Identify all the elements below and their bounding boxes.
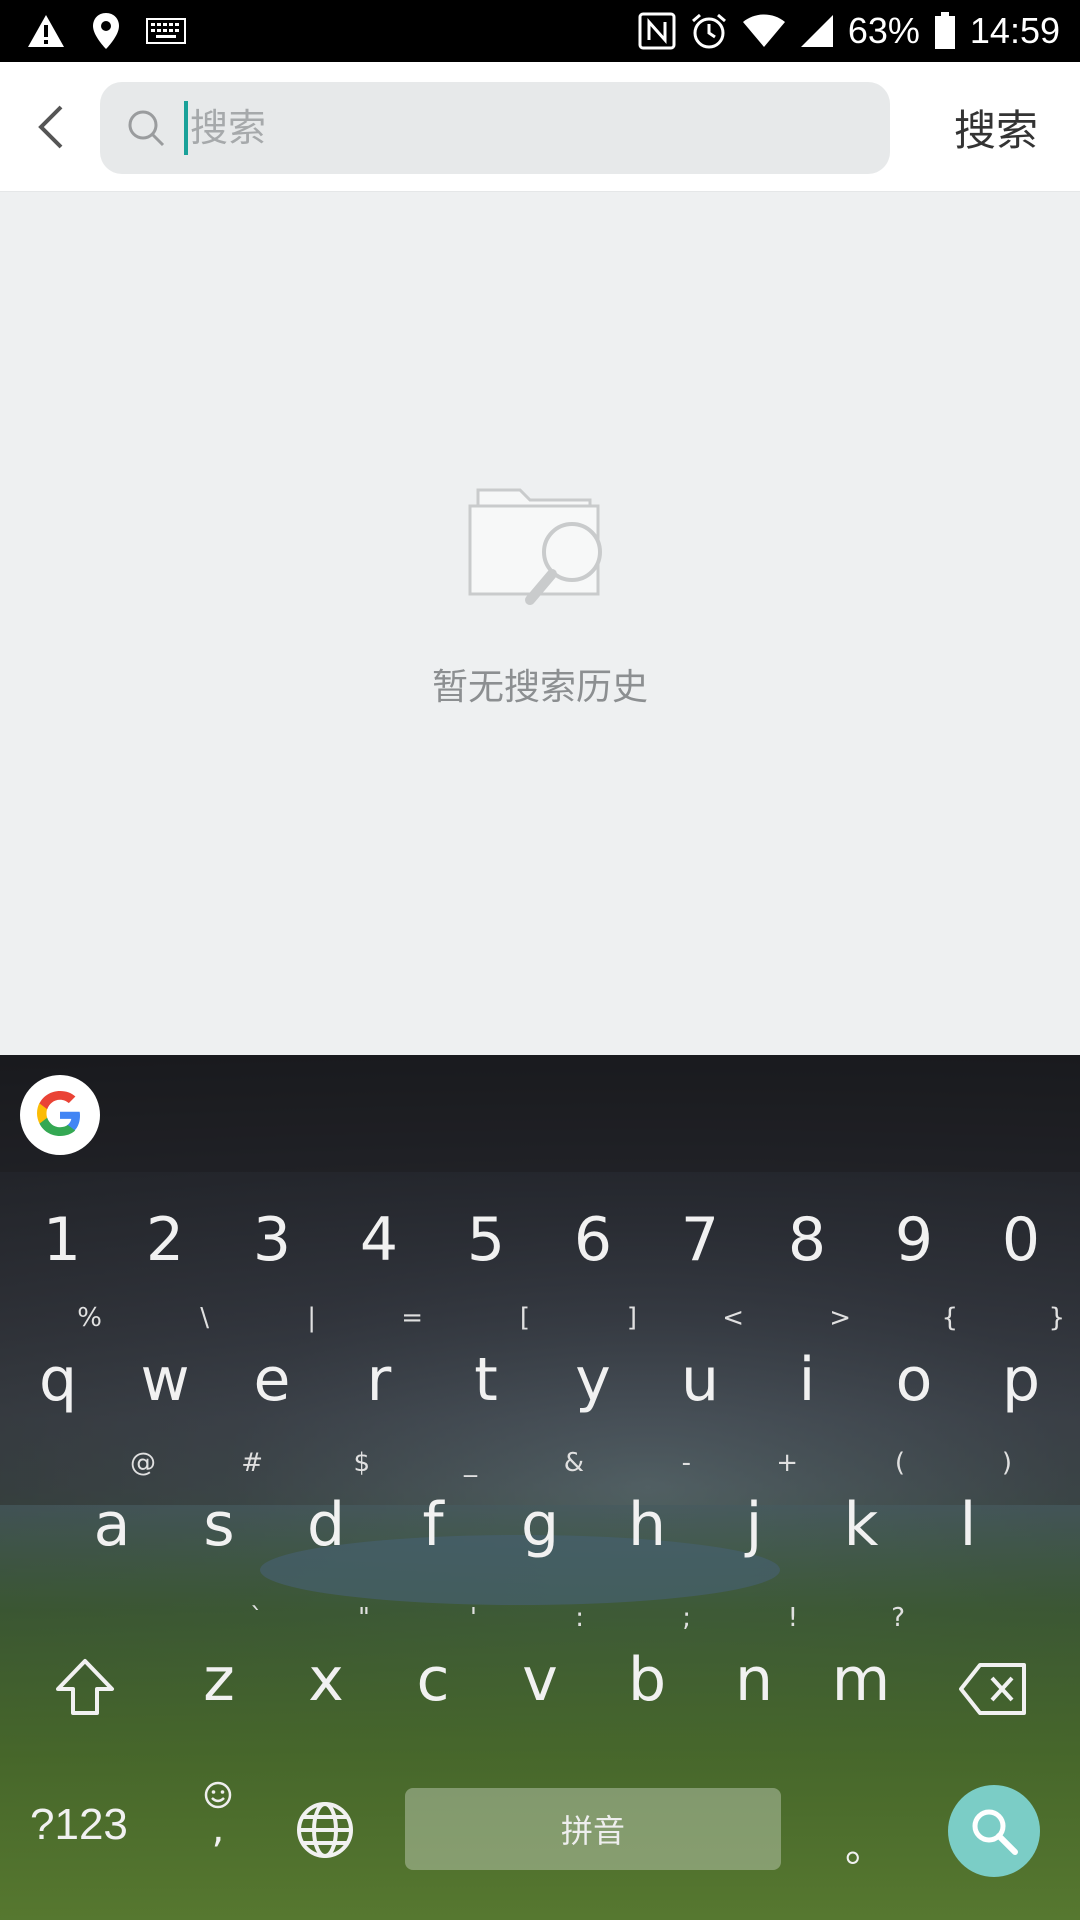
nfc-icon	[638, 12, 676, 50]
key-v[interactable]: :v	[490, 1603, 590, 1715]
key-d[interactable]: $ d	[276, 1448, 376, 1560]
key-k[interactable]: (k	[811, 1448, 911, 1560]
key-e[interactable]: | e	[222, 1303, 322, 1415]
key-j[interactable]: + j	[704, 1448, 804, 1560]
key-h[interactable]: -h	[597, 1448, 697, 1560]
search-header: 搜索	[0, 62, 1080, 192]
key-u[interactable]: < u	[650, 1303, 750, 1415]
space-key[interactable]: 拼音	[405, 1788, 781, 1870]
comma-label: ,	[211, 1806, 225, 1852]
signal-icon	[800, 15, 833, 47]
key-s[interactable]: # s	[169, 1448, 269, 1560]
shift-key[interactable]	[52, 1655, 118, 1721]
search-icon	[128, 110, 165, 147]
soft-keyboard: 1 2 3 4 5 6 7 8 9 0 % q \ w | e = r [t ] y < u…	[0, 1055, 1080, 1920]
search-icon	[972, 1809, 1018, 1855]
key-t[interactable]: [t	[436, 1303, 536, 1415]
key-6[interactable]: 6	[543, 1205, 643, 1275]
key-3[interactable]: 3	[222, 1205, 322, 1275]
key-1[interactable]: 1	[12, 1205, 112, 1275]
warning-icon	[28, 15, 64, 47]
status-bar: 63% 14:59	[0, 0, 1080, 62]
key-a[interactable]: @ a	[62, 1448, 162, 1560]
key-9[interactable]: 9	[864, 1205, 964, 1275]
wifi-icon	[742, 14, 785, 47]
google-button[interactable]	[20, 1075, 100, 1155]
folder-search-icon	[468, 488, 602, 605]
key-r[interactable]: = r	[329, 1303, 429, 1415]
language-switch-key[interactable]	[295, 1800, 355, 1860]
clock: 14:59	[969, 10, 1060, 51]
key-z[interactable]: ` z	[169, 1603, 269, 1715]
empty-state: 暂无搜索历史	[0, 470, 1080, 710]
key-m[interactable]: ? m	[811, 1603, 911, 1715]
battery-percent: 63%	[847, 10, 920, 51]
key-8[interactable]: 8	[757, 1205, 857, 1275]
search-button[interactable]: 搜索	[954, 62, 1038, 192]
key-o[interactable]: {o	[864, 1303, 964, 1415]
keyboard-icon	[146, 18, 186, 44]
key-5[interactable]: 5	[436, 1205, 536, 1275]
key-c[interactable]: ' c	[383, 1603, 483, 1715]
emoji-comma-key[interactable]: ,	[198, 1780, 238, 1852]
location-icon	[93, 13, 119, 49]
keyboard-suggestion-bar	[0, 1055, 1080, 1172]
key-w[interactable]: \ w	[115, 1303, 215, 1415]
key-g[interactable]: & g	[490, 1448, 590, 1560]
key-b[interactable]: ; b	[597, 1603, 697, 1715]
chevron-left-icon	[38, 105, 63, 148]
key-7[interactable]: 7	[650, 1205, 750, 1275]
key-i[interactable]: > i	[757, 1303, 857, 1415]
text-cursor	[184, 101, 188, 155]
key-x[interactable]: " x	[276, 1603, 376, 1715]
battery-icon	[934, 12, 955, 49]
symbols-key[interactable]: ?123	[30, 1800, 128, 1850]
key-2[interactable]: 2	[115, 1205, 215, 1275]
back-button[interactable]	[0, 62, 100, 192]
backspace-icon	[959, 1663, 1026, 1715]
search-box[interactable]	[100, 82, 890, 174]
key-n[interactable]: ! n	[704, 1603, 804, 1715]
key-0[interactable]: 0	[971, 1205, 1071, 1275]
search-input[interactable]	[190, 106, 790, 150]
shift-icon	[56, 1659, 114, 1715]
globe-icon	[297, 1802, 353, 1858]
google-icon	[37, 1091, 80, 1136]
search-action-key[interactable]	[948, 1785, 1040, 1877]
key-f[interactable]: _ f	[383, 1448, 483, 1560]
key-p[interactable]: } p	[971, 1303, 1071, 1415]
period-key[interactable]: 。	[845, 1815, 885, 1873]
backspace-key[interactable]	[958, 1661, 1028, 1717]
key-q[interactable]: % q	[8, 1303, 108, 1415]
key-l[interactable]: ) l	[918, 1448, 1018, 1560]
empty-message: 暂无搜索历史	[431, 667, 648, 708]
key-y[interactable]: ] y	[543, 1303, 643, 1415]
alarm-icon	[691, 13, 726, 49]
key-4[interactable]: 4	[329, 1205, 429, 1275]
